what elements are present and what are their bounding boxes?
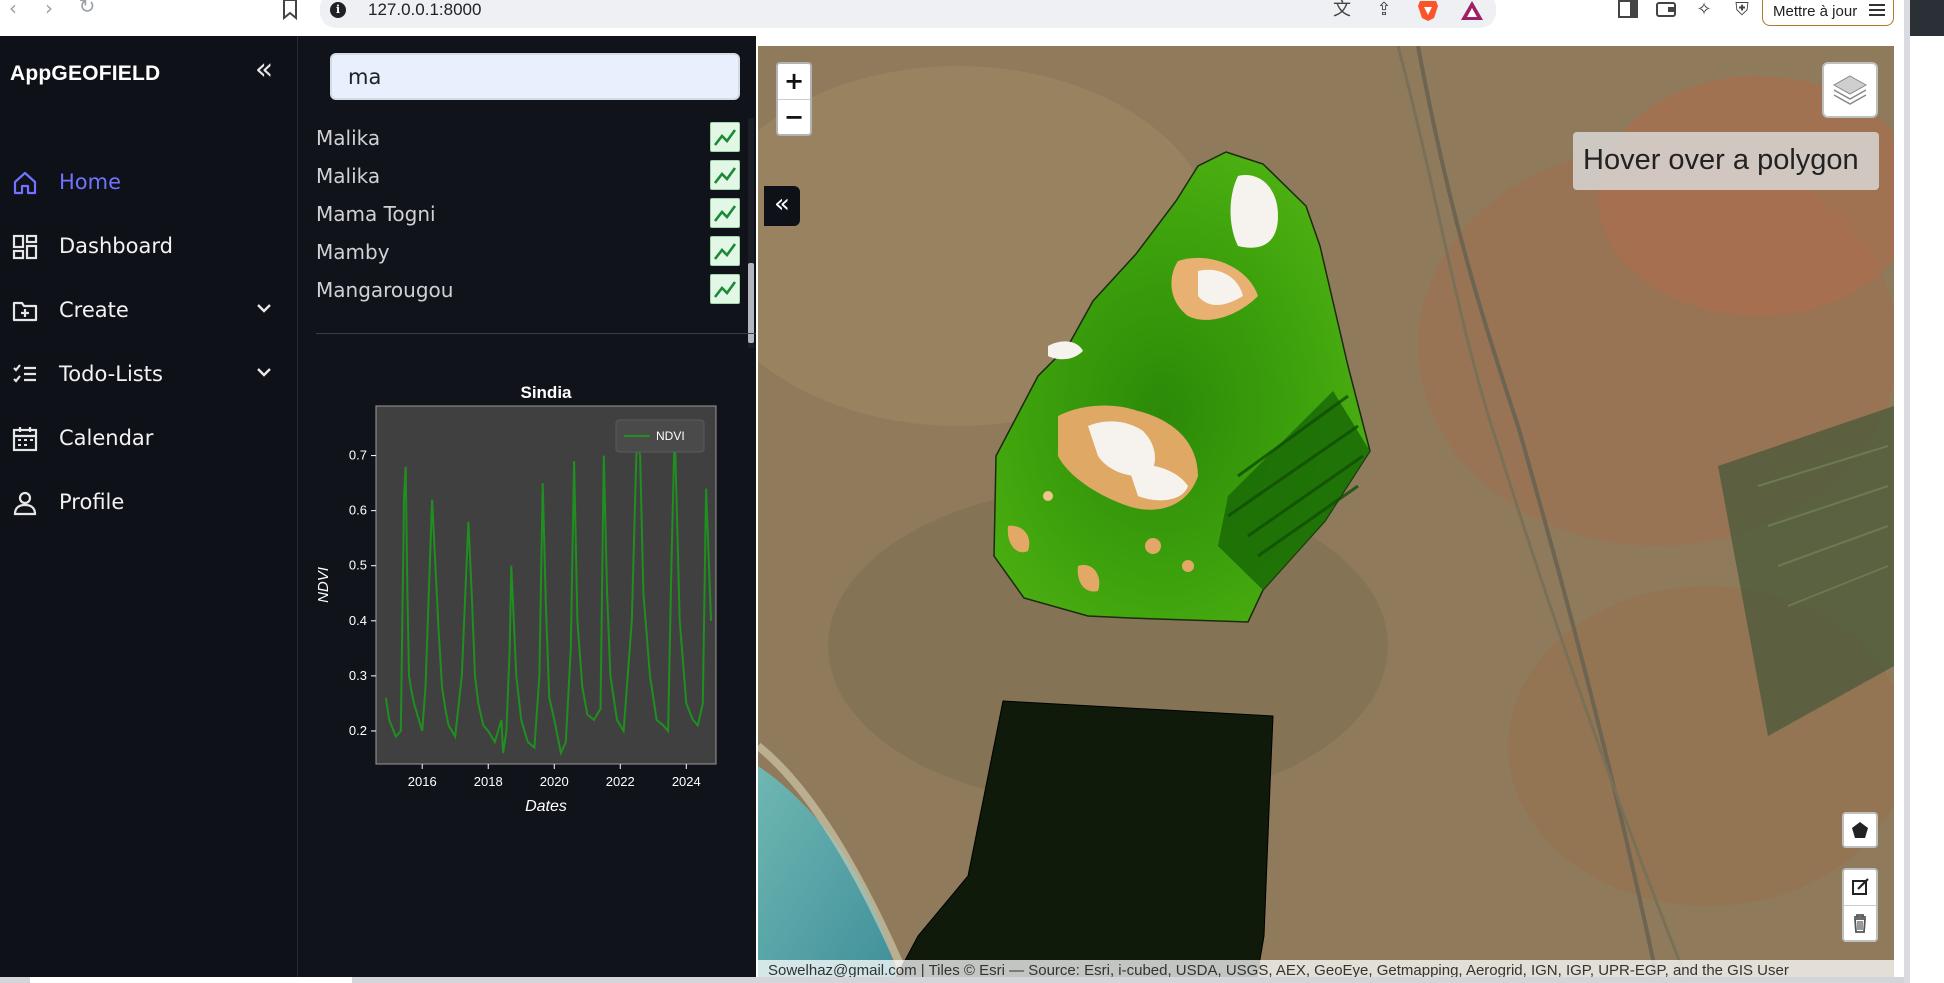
search-panel: ma Malika Malika Mama Togni Mamby Mangar… [298, 36, 756, 983]
legend-label: NDVI [656, 429, 685, 443]
share-icon[interactable]: ⇪ [1372, 0, 1396, 22]
hover-info-box: Hover over a polygon [1573, 132, 1879, 190]
sidebar-toggle-icon[interactable] [1616, 0, 1640, 22]
sidebar-item-todo-lists[interactable]: Todo-Lists [0, 350, 298, 398]
user-icon [13, 491, 37, 516]
address-url[interactable]: 127.0.0.1:8000 [368, 0, 481, 20]
wallet-icon[interactable] [1654, 0, 1678, 22]
leo-ai-icon[interactable]: ✧ [1692, 0, 1716, 22]
brand-title: AppGEOFIELD [10, 62, 161, 85]
result-name[interactable]: Malika [316, 164, 380, 188]
folder-plus-icon [12, 301, 38, 322]
trash-icon[interactable] [1844, 906, 1876, 941]
zoom-control: + − [776, 62, 812, 136]
x-tick-label: 2016 [408, 774, 437, 789]
sidebar-item-label: Todo-Lists [59, 362, 163, 386]
list-item[interactable]: Mamby [316, 232, 740, 270]
y-axis-label: NDVI [315, 567, 332, 603]
chart-legend: NDVI [615, 419, 705, 453]
vpn-icon[interactable]: ⛨ [1730, 0, 1754, 22]
app-sidebar: AppGEOFIELD « Home Dashboard Create Todo… [0, 36, 298, 983]
checklist-icon [13, 364, 36, 383]
chart-line-icon[interactable] [710, 160, 740, 190]
sidebar-item-home[interactable]: Home [0, 158, 298, 206]
zoom-in-button[interactable]: + [778, 64, 810, 99]
result-name[interactable]: Mama Togni [316, 202, 436, 226]
bookmark-icon[interactable] [280, 0, 300, 22]
edit-toolbar [1842, 868, 1878, 942]
y-tick-label: 0.2 [349, 723, 367, 738]
result-name[interactable]: Malika [316, 126, 380, 150]
translate-icon[interactable]: 文 [1330, 0, 1354, 22]
x-tick-label: 2022 [606, 774, 635, 789]
chart-line-icon[interactable] [710, 122, 740, 152]
sidebar-item-label: Calendar [59, 426, 154, 450]
y-tick-label: 0.7 [349, 448, 367, 463]
sidebar-item-label: Home [59, 170, 122, 194]
chart-line-icon[interactable] [710, 274, 740, 304]
site-info-icon[interactable]: i [330, 2, 346, 18]
edit-layers-icon[interactable] [1844, 870, 1876, 905]
browser-toolbar: ‹ › ↻ i 127.0.0.1:8000 文 ⇪ ✧ ⛨ Mettre à … [0, 0, 1944, 36]
map-view[interactable]: + − « Hover over a polygon Sowelhaz@gmai… [758, 46, 1894, 983]
address-bar[interactable]: i 127.0.0.1:8000 [320, 0, 1496, 28]
ndvi-chart: Sindia 2016 2018 2020 2022 2024 0.2 0.3 0.4 0.5 0… [298, 336, 756, 846]
search-input[interactable]: ma [330, 53, 740, 100]
ndvi-chart-svg: Sindia 2016 2018 2020 2022 2024 0.2 0.3 0.4 0.5 0… [315, 383, 717, 815]
search-results: Malika Malika Mama Togni Mamby Mangaroug… [316, 118, 740, 318]
x-axis-label: Dates [525, 798, 567, 815]
rewards-icon[interactable] [1460, 0, 1484, 22]
update-browser-button[interactable]: Mettre à jour [1762, 0, 1894, 26]
chevron-down-icon[interactable] [254, 298, 274, 318]
chart-line-icon[interactable] [710, 236, 740, 266]
sidebar-item-dashboard[interactable]: Dashboard [0, 222, 298, 270]
result-name[interactable]: Mangarougou [316, 278, 453, 302]
divider [316, 333, 756, 334]
menu-icon [1869, 4, 1885, 16]
home-icon [13, 171, 37, 195]
chevron-down-icon[interactable] [254, 362, 274, 382]
sidebar-item-label: Create [59, 298, 129, 322]
brave-shield-icon[interactable] [1416, 0, 1440, 22]
side-panel-border [1904, 0, 1910, 983]
sidebar-item-label: Dashboard [59, 234, 173, 258]
y-tick-label: 0.6 [349, 503, 367, 518]
collapse-sidebar-icon[interactable]: « [250, 55, 278, 86]
layers-icon[interactable] [1822, 62, 1878, 118]
draw-polygon-icon[interactable] [1842, 812, 1878, 848]
forward-icon[interactable]: › [38, 0, 60, 22]
sidebar-item-profile[interactable]: Profile [0, 478, 298, 526]
list-item[interactable]: Mama Togni [316, 194, 740, 232]
browser-side-panel [1904, 0, 1944, 983]
y-tick-label: 0.5 [349, 558, 367, 573]
dashboard-icon [12, 234, 38, 260]
scrollbar-thumb[interactable] [748, 263, 754, 343]
chart-line-icon[interactable] [710, 198, 740, 228]
results-scrollbar[interactable] [748, 118, 754, 348]
list-item[interactable]: Mangarougou [316, 270, 740, 308]
side-panel-header [1904, 0, 1944, 36]
collapse-panel-icon[interactable]: « [764, 186, 800, 226]
horizontal-scrollbar[interactable] [0, 977, 1904, 983]
y-tick-label: 0.4 [349, 613, 367, 628]
list-item[interactable]: Malika [316, 156, 740, 194]
sidebar-item-create[interactable]: Create [0, 286, 298, 334]
list-item[interactable]: Malika [316, 118, 740, 156]
sidebar-item-calendar[interactable]: Calendar [0, 414, 298, 462]
chart-title: Sindia [520, 383, 572, 402]
horizontal-scrollbar-thumb[interactable] [30, 977, 352, 983]
x-tick-label: 2020 [540, 774, 569, 789]
sidebar-item-label: Profile [59, 490, 125, 514]
reload-icon[interactable]: ↻ [76, 0, 98, 20]
x-tick-label: 2024 [672, 774, 701, 789]
calendar-icon [12, 427, 38, 452]
result-name[interactable]: Mamby [316, 240, 390, 264]
back-icon[interactable]: ‹ [2, 0, 24, 22]
x-tick-label: 2018 [474, 774, 503, 789]
y-tick-label: 0.3 [349, 668, 367, 683]
zoom-out-button[interactable]: − [778, 100, 810, 135]
update-browser-label: Mettre à jour [1773, 3, 1858, 20]
